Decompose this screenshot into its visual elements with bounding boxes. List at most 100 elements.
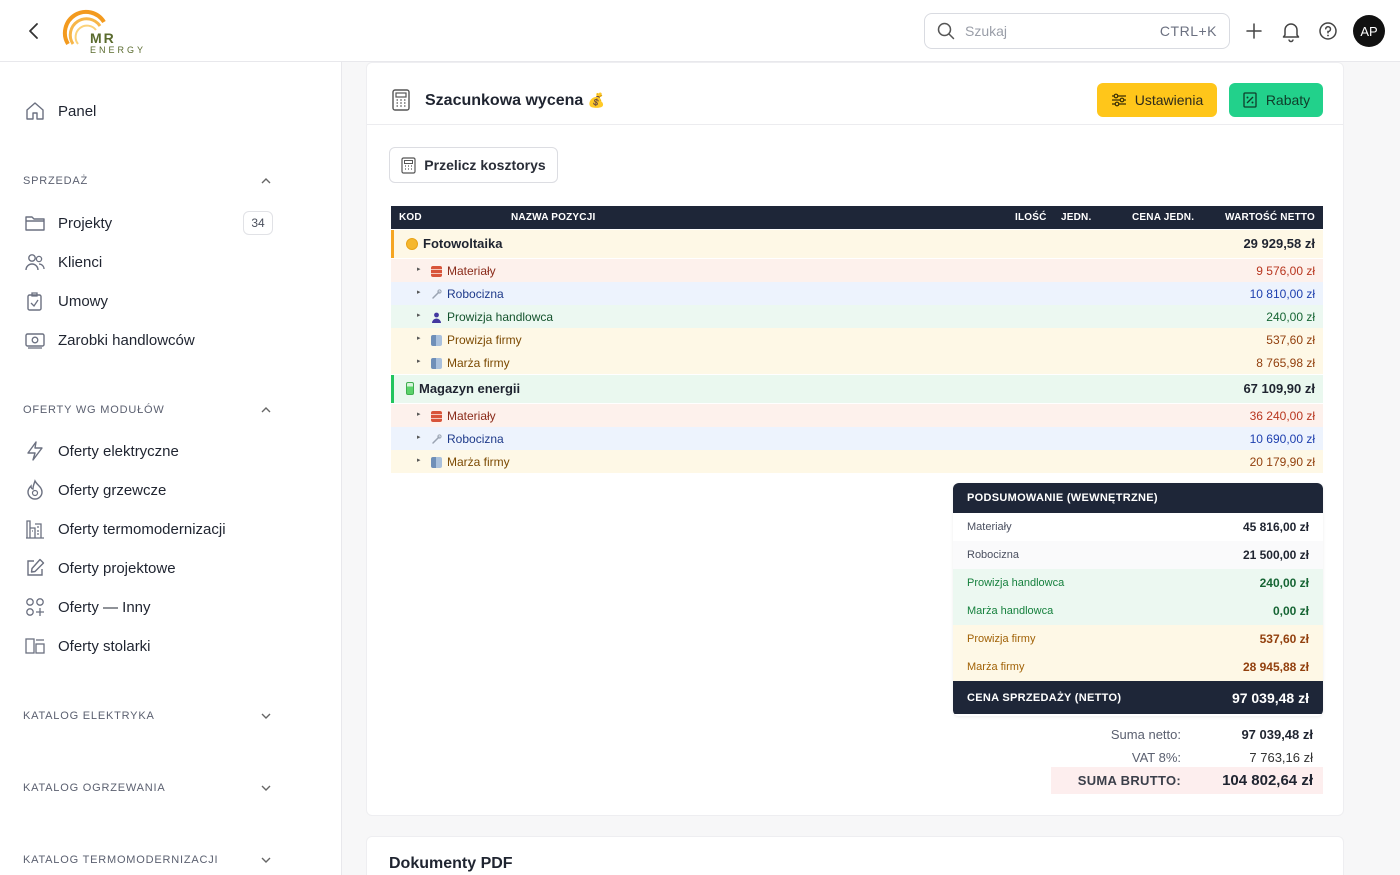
section-katalog-elektryka[interactable]: KATALOG ELEKTRYKA [23,706,273,726]
recalculate-button-label: Przelicz kosztorys [424,157,546,173]
contract-icon [24,290,46,312]
expand-caret-icon[interactable]: ▸ [417,456,421,464]
help-icon[interactable] [1316,19,1340,43]
summary-row: Marża firmy 28 945,88 zł [953,653,1323,681]
card-header: Szacunkowa wycena 💰 Ustawienia Rabaty [367,63,1343,125]
person-icon [431,312,442,323]
section-sprzedaz[interactable]: SPRZEDAŻ [23,171,273,191]
sidebar-item-projekty[interactable]: Projekty [24,211,112,235]
row-value: 36 240,00 zł [1249,409,1315,423]
sidebar-item-umowy[interactable]: Umowy [24,289,108,313]
row-label: Marża firmy [431,455,510,469]
row-label-text: Fotowoltaika [423,236,503,251]
expand-caret-icon[interactable]: ▸ [417,357,421,365]
discount-icon [1243,92,1257,108]
rabaty-button[interactable]: Rabaty [1229,83,1323,117]
summary-title: PODSUMOWANIE (WEWNĘTRZNE) [953,483,1323,513]
sale-price-row: CENA SPRZEDAŻY (NETTO) 97 039,48 zł [953,681,1323,714]
bricks-icon [431,410,442,422]
vat-label: VAT 8%: [1131,750,1181,765]
building-icon [24,518,46,540]
office-icon [431,357,442,369]
table-row[interactable]: ▸ Materiały 9 576,00 zł [391,259,1323,282]
summary-label: Materiały [967,521,1012,533]
sidebar-item-oferty-elektryczne[interactable]: Oferty elektryczne [24,439,179,463]
table-row-group[interactable]: Fotowoltaika 29 929,58 zł [391,230,1323,258]
expand-caret-icon[interactable]: ▸ [417,311,421,319]
table-row[interactable]: ▸ Marża firmy 8 765,98 zł [391,351,1323,374]
documents-card: Dokumenty PDF [366,836,1344,875]
bell-icon[interactable] [1279,19,1303,43]
col-nazwa: NAZWA POZYCJI [511,212,596,223]
table-row[interactable]: ▸ Prowizja firmy 537,60 zł [391,328,1323,351]
row-label: Robocizna [431,432,504,446]
section-katalog-termo[interactable]: KATALOG TERMOMODERNIZACJI [23,850,273,870]
chevron-down-icon [261,785,271,791]
sale-price-label: CENA SPRZEDAŻY (NETTO) [967,691,1122,704]
section-oferty[interactable]: OFERTY WG MODUŁÓW [23,400,273,420]
back-arrow-icon[interactable] [22,19,46,43]
row-label-text: Robocizna [447,287,504,301]
table-row[interactable]: ▸ Robocizna 10 690,00 zł [391,427,1323,450]
row-label: Magazyn energii [406,381,520,396]
section-label: KATALOG OGRZEWANIA [23,782,166,794]
sidebar-item-oferty-grzewcze[interactable]: Oferty grzewcze [24,478,166,502]
brutto-row: SUMA BRUTTO: 104 802,64 zł [1051,767,1323,794]
sidebar-item-label: Umowy [58,292,109,310]
sidebar-item-klienci[interactable]: Klienci [24,250,102,274]
sidebar-item-oferty-termo[interactable]: Oferty termomodernizacji [24,517,226,541]
search-shortcut: CTRL+K [1159,23,1217,39]
expand-caret-icon[interactable]: ▸ [417,265,421,273]
table-row[interactable]: ▸ Prowizja handlowca 240,00 zł [391,305,1323,328]
section-label: KATALOG ELEKTRYKA [23,710,155,722]
sidebar-item-oferty-projektowe[interactable]: Oferty projektowe [24,556,176,580]
window-icon [24,635,46,657]
sidebar-item-label: Oferty elektryczne [58,442,179,460]
search-input[interactable] [965,23,1160,39]
sidebar-item-panel[interactable]: Panel [24,99,96,123]
plus-icon[interactable] [1242,19,1266,43]
summary-value: 537,60 zł [1259,632,1309,646]
expand-caret-icon[interactable]: ▸ [417,288,421,296]
logo[interactable]: MR ENERGY [62,8,162,56]
row-label: Materiały [431,409,496,423]
sidebar-item-label: Oferty termomodernizacji [58,520,226,538]
sidebar-item-oferty-inny[interactable]: Oferty — Inny [24,595,151,619]
row-value: 9 576,00 zł [1256,264,1315,278]
table-row[interactable]: ▸ Robocizna 10 810,00 zł [391,282,1323,305]
office-icon [431,456,442,468]
col-wartosc: WARTOŚĆ NETTO [1224,212,1315,223]
settings-button[interactable]: Ustawienia [1097,83,1217,117]
sidebar-item-zarobki[interactable]: Zarobki handlowców [24,328,195,352]
avatar[interactable]: AP [1353,15,1385,47]
recalculate-button[interactable]: Przelicz kosztorys [389,147,558,183]
documents-title: Dokumenty PDF [389,855,513,872]
expand-caret-icon[interactable]: ▸ [417,410,421,418]
summary-row: Robocizna 21 500,00 zł [953,541,1323,569]
expand-caret-icon[interactable]: ▸ [417,334,421,342]
expand-caret-icon[interactable]: ▸ [417,433,421,441]
table-row[interactable]: ▸ Marża firmy 20 179,90 zł [391,450,1323,473]
totals: Suma netto: 97 039,48 zł VAT 8%: 7 763,1… [1051,723,1323,769]
summary-row: Marża handlowca 0,00 zł [953,597,1323,625]
battery-icon [406,382,414,395]
sidebar-item-label: Zarobki handlowców [58,331,195,349]
table-row[interactable]: ▸ Materiały 36 240,00 zł [391,404,1323,427]
summary-label: Marża handlowca [967,605,1054,617]
search-box[interactable]: CTRL+K [924,13,1230,49]
table-row-group[interactable]: Magazyn energii 67 109,90 zł [391,375,1323,403]
summary-row: Prowizja firmy 537,60 zł [953,625,1323,653]
sidebar-item-oferty-stolarki[interactable]: Oferty stolarki [24,634,151,658]
logo-text-mr: MR [90,30,116,46]
sidebar-item-label: Projekty [58,214,113,232]
sliders-icon [1111,93,1126,107]
summary-row: Materiały 45 816,00 zł [953,513,1323,541]
money-icon [24,329,46,351]
rabaty-button-label: Rabaty [1265,92,1311,108]
row-value: 29 929,58 zł [1243,236,1315,251]
summary-value: 0,00 zł [1272,604,1309,618]
section-katalog-ogrzewania[interactable]: KATALOG OGRZEWANIA [23,778,273,798]
row-value: 10 690,00 zł [1249,432,1315,446]
vat-row: VAT 8%: 7 763,16 zł [1051,746,1323,769]
chevron-down-icon [261,857,271,863]
